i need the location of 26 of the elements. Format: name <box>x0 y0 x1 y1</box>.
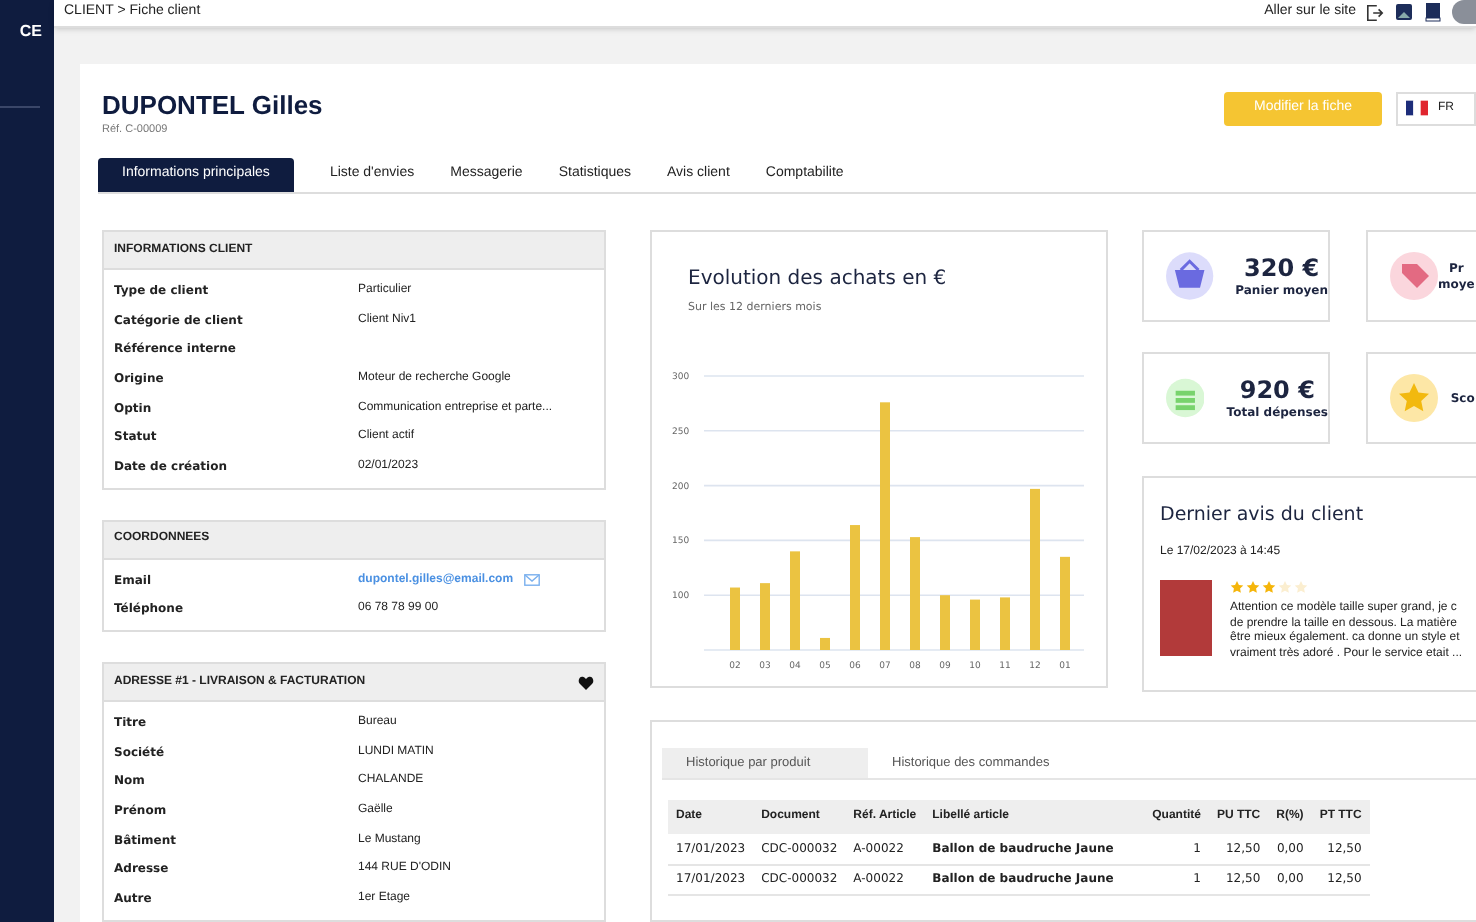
chart-title: Evolution des achats en € <box>688 266 949 294</box>
avatar[interactable] <box>1452 0 1476 25</box>
basket-icon <box>1166 252 1214 300</box>
bar <box>1000 597 1010 651</box>
stat-value: 920 € <box>1239 376 1315 404</box>
heart-icon[interactable] <box>578 675 594 690</box>
france-flag-icon <box>1406 100 1428 117</box>
bar <box>850 525 860 651</box>
photo-placeholder <box>1160 580 1212 657</box>
stat-value: 320 € <box>1244 254 1320 282</box>
bar <box>940 595 950 651</box>
bar <box>970 600 980 651</box>
bar <box>730 588 740 651</box>
client-name: DUPONTEL Gilles <box>102 89 323 120</box>
exit-icon[interactable] <box>1366 3 1384 22</box>
logo-text: CE <box>17 20 44 44</box>
bar <box>790 551 800 651</box>
tag-icon <box>1390 252 1438 300</box>
book-icon[interactable] <box>1424 2 1442 23</box>
bar <box>910 537 920 651</box>
bar <box>760 583 770 651</box>
coins-icon <box>1166 374 1205 422</box>
bar <box>820 638 830 651</box>
image-icon[interactable] <box>1394 2 1414 23</box>
review-title: Dernier avis du client <box>1160 502 1366 530</box>
bar <box>1060 557 1070 651</box>
